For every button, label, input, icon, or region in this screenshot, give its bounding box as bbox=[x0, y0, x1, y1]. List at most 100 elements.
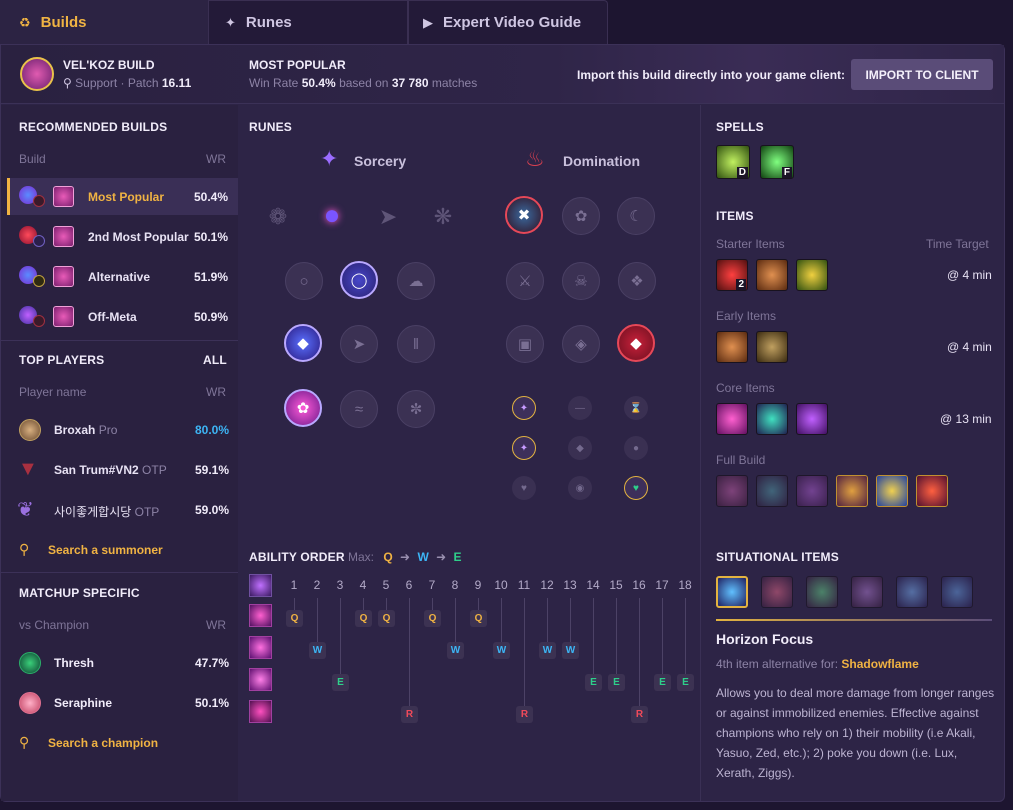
luden-tempest-icon[interactable] bbox=[716, 403, 748, 435]
rune-taste-of-blood-icon[interactable]: ☠ bbox=[562, 262, 600, 300]
tab-builds[interactable]: ♻ Builds bbox=[0, 0, 208, 44]
build-label: Most Popular bbox=[88, 190, 165, 204]
rune-celerity-icon[interactable]: ➤ bbox=[340, 325, 378, 363]
player-row[interactable]: 사이좋게합시당 OTP bbox=[54, 503, 159, 520]
level-guide-line bbox=[501, 598, 502, 642]
spellthiefs-edge-icon[interactable] bbox=[756, 259, 788, 291]
rune-gathering-storm-icon[interactable]: ✼ bbox=[397, 390, 435, 428]
rune-scorch-icon[interactable]: ✿ bbox=[284, 389, 322, 427]
matchup-champion-name[interactable]: Thresh bbox=[54, 656, 94, 670]
rune-nullifying-orb-icon[interactable]: ○ bbox=[285, 262, 323, 300]
shard-adaptive-force-icon[interactable]: ✦ bbox=[512, 396, 536, 420]
max-order: Max: Q ➜ W ➜ E bbox=[348, 550, 462, 564]
player-row[interactable]: Broxah Pro bbox=[54, 423, 117, 437]
r-life-form-ray-icon bbox=[249, 700, 272, 723]
top-players-all-link[interactable]: ALL bbox=[203, 353, 227, 367]
player-wr-header: WR bbox=[206, 385, 226, 399]
rune-sudden-impact-icon[interactable]: ❖ bbox=[618, 262, 656, 300]
vs-champion-header: vs Champion bbox=[19, 618, 90, 632]
rune-absolute-focus-icon[interactable]: ‖ bbox=[397, 325, 435, 363]
level-guide-line bbox=[524, 598, 525, 706]
keystone-summon-aery-icon[interactable]: ❁ bbox=[259, 198, 297, 236]
full-build-item-2-icon[interactable] bbox=[756, 475, 788, 507]
level-number: 7 bbox=[428, 578, 436, 592]
build-wr: 50.9% bbox=[194, 310, 229, 324]
keystone-arcane-comet-icon[interactable]: ● bbox=[313, 196, 351, 234]
keystone-predator-icon[interactable]: ✿ bbox=[562, 197, 600, 235]
shard-ability-haste-icon[interactable]: ⌛ bbox=[624, 396, 648, 420]
secondary-tree-icon bbox=[33, 235, 45, 247]
tab-expert-video-guide[interactable]: ▶ Expert Video Guide bbox=[408, 0, 608, 44]
tab-runes[interactable]: ✦ Runes bbox=[208, 0, 408, 44]
player-emblem-icon: ❦ bbox=[17, 499, 34, 521]
void-staff-icon[interactable] bbox=[916, 475, 948, 507]
match-count: 37 780 bbox=[391, 76, 429, 90]
import-to-client-button[interactable]: IMPORT TO CLIENT bbox=[851, 59, 993, 90]
level-number: 10 bbox=[494, 578, 508, 592]
skill-point-q: Q bbox=[378, 610, 395, 627]
level-number: 13 bbox=[563, 578, 577, 592]
keystone-phase-rush-icon[interactable]: ➤ bbox=[369, 198, 407, 236]
ward-totem-icon[interactable] bbox=[796, 259, 828, 291]
spells-title: SPELLS bbox=[716, 120, 764, 134]
full-build-item-3-icon[interactable] bbox=[796, 475, 828, 507]
rune-cheap-shot-icon[interactable]: ⚔ bbox=[506, 262, 544, 300]
mythic-item-icon bbox=[53, 186, 74, 207]
horizon-focus-icon[interactable] bbox=[716, 576, 748, 608]
search-summoner-link[interactable]: Search a summoner bbox=[48, 543, 163, 557]
rune-nimbus-cloak-icon[interactable]: ☁ bbox=[397, 262, 435, 300]
player-row[interactable]: San Trum#VN2 OTP bbox=[54, 463, 167, 477]
rune-waterwalking-icon[interactable]: ≈ bbox=[340, 390, 378, 428]
top-players-title: TOP PLAYERS bbox=[19, 353, 105, 367]
role-label: Support bbox=[75, 76, 118, 90]
shard-magic-resist-icon[interactable]: ● bbox=[624, 436, 648, 460]
alt-item-link[interactable]: Shadowflame bbox=[841, 657, 918, 671]
patch-label: Patch bbox=[127, 76, 159, 90]
rune-transcendence-icon[interactable]: ◆ bbox=[284, 324, 322, 362]
win-rate-summary: Win Rate 50.4% based on 37 780 matches bbox=[249, 76, 477, 90]
spell-flash-icon[interactable]: F bbox=[760, 145, 794, 179]
rune-ultimate-hunter-icon[interactable]: ◆ bbox=[617, 324, 655, 362]
shard-attack-speed-icon[interactable]: ― bbox=[568, 396, 592, 420]
win-rate-value: 50.4% bbox=[301, 76, 336, 90]
rune-treasure-hunter-icon[interactable]: ▣ bbox=[506, 325, 544, 363]
tab-bar: ♻ Builds ✦ Runes ▶ Expert Video Guide bbox=[0, 0, 608, 44]
situational-item-5-icon[interactable] bbox=[896, 576, 928, 608]
runes-title: RUNES bbox=[249, 120, 293, 134]
keystone-electrocute-icon[interactable]: ✖ bbox=[505, 196, 543, 234]
skill-point-r: R bbox=[516, 706, 533, 723]
situational-item-3-icon[interactable] bbox=[806, 576, 838, 608]
search-champion-link[interactable]: Search a champion bbox=[48, 736, 158, 750]
spell-ignite-icon[interactable]: D bbox=[716, 145, 750, 179]
full-build-label: Full Build bbox=[716, 453, 766, 467]
max-label: Max: bbox=[348, 550, 375, 564]
shard-armor-icon[interactable]: ◆ bbox=[568, 436, 592, 460]
rune-relentless-hunter-icon[interactable]: ◈ bbox=[562, 325, 600, 363]
spell-key: D bbox=[736, 167, 748, 178]
shard-health-icon[interactable]: ♥ bbox=[512, 476, 536, 500]
matchup-champion-name[interactable]: Seraphine bbox=[54, 696, 112, 710]
shard-tenacity-icon[interactable]: ◉ bbox=[568, 476, 592, 500]
keystone-dark-harvest-icon[interactable]: ☾ bbox=[617, 197, 655, 235]
matches-label: matches bbox=[431, 76, 478, 90]
rune-manaflow-band-icon[interactable]: ◯ bbox=[340, 261, 378, 299]
situational-item-4-icon[interactable] bbox=[851, 576, 883, 608]
full-build-item-1-icon[interactable] bbox=[716, 475, 748, 507]
boots-icon[interactable] bbox=[756, 331, 788, 363]
keystone-unsealed-spellbook-icon[interactable]: ❋ bbox=[424, 198, 462, 236]
skill-point-w: W bbox=[309, 642, 326, 659]
health-potion-icon[interactable]: 2 bbox=[716, 259, 748, 291]
shard-adaptive-force-icon[interactable]: ✦ bbox=[512, 436, 536, 460]
situational-item-2-icon[interactable] bbox=[761, 576, 793, 608]
rabadons-deathcap-icon[interactable] bbox=[836, 475, 868, 507]
tab-video-label: Expert Video Guide bbox=[443, 14, 582, 31]
divider bbox=[1, 572, 238, 573]
win-rate-label: Win Rate bbox=[249, 76, 299, 90]
amplifying-tome-icon[interactable] bbox=[716, 331, 748, 363]
zhonyas-hourglass-icon[interactable] bbox=[876, 475, 908, 507]
shard-health-scaling-icon[interactable]: ♥ bbox=[624, 476, 648, 500]
situational-item-name: Horizon Focus bbox=[716, 631, 814, 647]
situational-item-6-icon[interactable] bbox=[941, 576, 973, 608]
shadowflame-icon[interactable] bbox=[796, 403, 828, 435]
sorcerers-shoes-icon[interactable] bbox=[756, 403, 788, 435]
